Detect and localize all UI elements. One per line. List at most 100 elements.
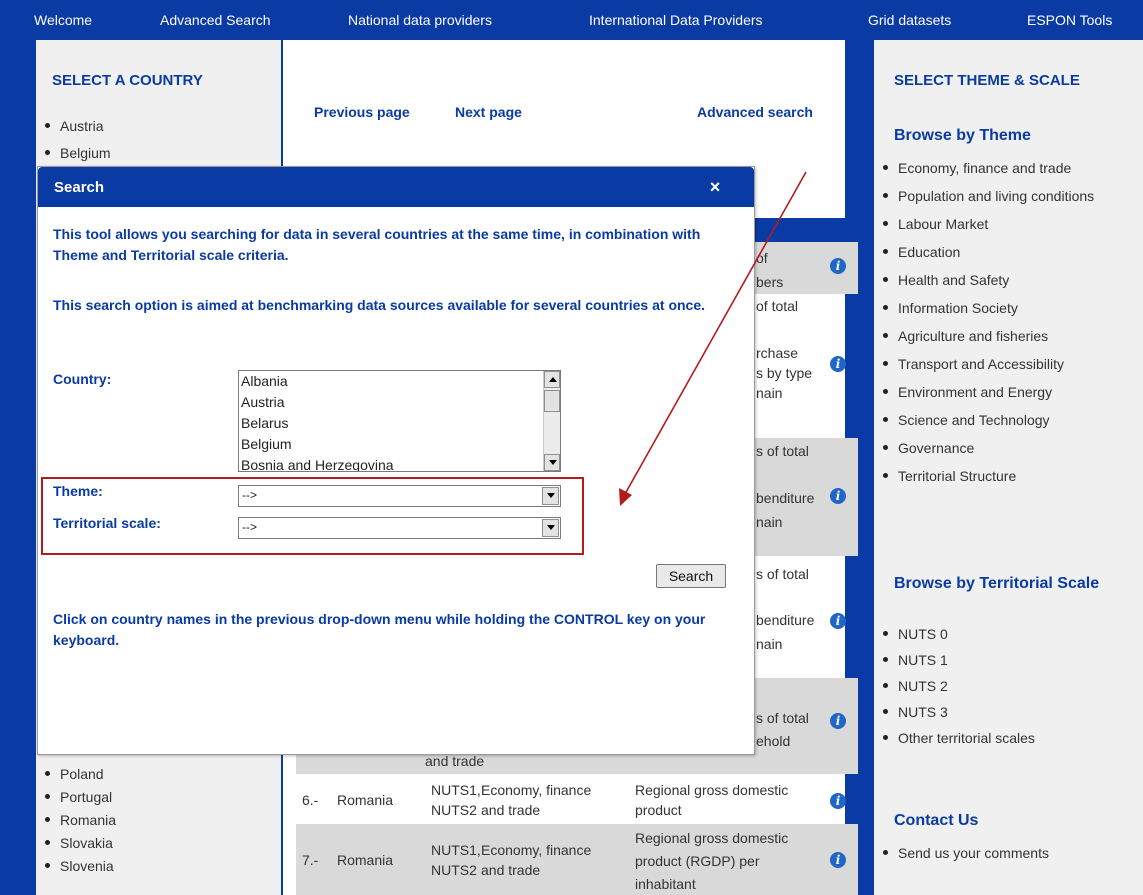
close-icon[interactable]: × bbox=[706, 178, 724, 196]
theme-select[interactable]: --> bbox=[238, 485, 561, 507]
row-title[interactable]: product bbox=[635, 802, 682, 819]
row-number: 6.- bbox=[302, 792, 319, 808]
list-item[interactable]: Environment and Energy bbox=[874, 382, 1126, 402]
chevron-down-icon[interactable] bbox=[542, 487, 559, 505]
select-theme-heading: SELECT THEME & SCALE bbox=[894, 72, 1080, 89]
nav-advanced-search[interactable]: Advanced Search bbox=[160, 12, 271, 28]
row-theme: Economy, finance bbox=[481, 842, 592, 858]
info-icon[interactable]: i bbox=[830, 258, 846, 274]
scroll-up-button[interactable] bbox=[544, 371, 560, 388]
table-cell-fragment: benditure bbox=[756, 612, 815, 628]
nav-national-providers[interactable]: National data providers bbox=[348, 12, 492, 28]
theme-sidebar: SELECT THEME & SCALE Browse by Theme Eco… bbox=[874, 40, 1143, 895]
row-theme: and trade bbox=[481, 802, 541, 818]
list-item[interactable]: Health and Safety bbox=[874, 270, 1126, 290]
dialog-title: Search bbox=[54, 179, 105, 196]
country-option[interactable]: Bosnia and Herzegovina bbox=[239, 455, 560, 471]
list-item[interactable]: Portugal bbox=[36, 787, 276, 807]
browse-scale-heading: Browse by Territorial Scale bbox=[894, 575, 1100, 592]
info-icon[interactable]: i bbox=[830, 613, 846, 629]
table-cell-fragment: nain bbox=[756, 636, 783, 652]
select-country-heading: SELECT A COUNTRY bbox=[52, 72, 203, 89]
list-item[interactable]: Send us your comments bbox=[874, 843, 1126, 863]
country-list-top: Austria Belgium bbox=[36, 116, 276, 170]
row-title[interactable]: Regional gross domestic bbox=[635, 782, 788, 799]
row-title[interactable]: Regional gross domestic bbox=[635, 830, 788, 847]
list-item[interactable]: Transport and Accessibility bbox=[874, 354, 1126, 374]
row-theme: Economy, finance bbox=[481, 782, 592, 798]
row-scale: NUTS2 bbox=[431, 862, 477, 878]
table-cell-fragment: of total bbox=[756, 298, 799, 314]
table-cell-fragment: ehold bbox=[756, 733, 791, 749]
previous-page-link[interactable]: Previous page bbox=[314, 104, 410, 120]
info-icon[interactable]: i bbox=[830, 356, 846, 372]
row-country: Romania bbox=[337, 852, 394, 868]
info-icon[interactable]: i bbox=[830, 488, 846, 504]
dialog-titlebar[interactable]: Search × bbox=[38, 167, 754, 207]
search-dialog: Search × This tool allows you searching … bbox=[37, 166, 755, 755]
row-scale: NUTS1, bbox=[431, 842, 481, 858]
table-cell-fragment: nain bbox=[756, 514, 783, 530]
nav-espon-tools[interactable]: ESPON Tools bbox=[1027, 12, 1112, 28]
country-options: Albania Austria Belarus Belgium Bosnia and H… bbox=[239, 371, 560, 471]
country-listbox[interactable]: Albania Austria Belarus Belgium Bosnia and H… bbox=[238, 370, 561, 472]
list-item[interactable]: Belgium bbox=[36, 143, 276, 163]
table-cell-fragment: rchase bbox=[756, 345, 799, 361]
country-option[interactable]: Austria bbox=[239, 392, 560, 413]
dialog-intro-benchmark: This search option is aimed at benchmark… bbox=[53, 297, 706, 313]
scroll-thumb[interactable] bbox=[544, 390, 560, 412]
theme-list: Economy, finance and trade Population and… bbox=[874, 158, 1126, 494]
advanced-search-link[interactable]: Advanced search bbox=[697, 104, 813, 120]
list-item[interactable]: NUTS 2 bbox=[874, 676, 1126, 696]
list-item[interactable]: Romania bbox=[36, 810, 276, 830]
row-title[interactable]: product (RGDP) per bbox=[635, 853, 759, 870]
listbox-scrollbar[interactable] bbox=[543, 371, 560, 471]
list-item[interactable]: Austria bbox=[36, 116, 276, 136]
country-option[interactable]: Belgium bbox=[239, 434, 560, 455]
chevron-down-icon[interactable] bbox=[542, 519, 559, 537]
territorial-scale-select[interactable]: --> bbox=[238, 517, 561, 539]
list-item[interactable]: Agriculture and fisheries bbox=[874, 326, 1126, 346]
row-title[interactable]: inhabitant bbox=[635, 876, 696, 893]
row-scale: NUTS2 bbox=[431, 802, 477, 818]
row-number: 7.- bbox=[302, 852, 319, 868]
info-icon[interactable]: i bbox=[830, 713, 846, 729]
table-cell-fragment: and trade bbox=[425, 753, 485, 769]
country-option[interactable]: Belarus bbox=[239, 413, 560, 434]
list-item[interactable]: Science and Technology bbox=[874, 410, 1126, 430]
list-item[interactable]: Other territorial scales bbox=[874, 728, 1126, 748]
table-cell-fragment: of bbox=[756, 250, 768, 266]
list-item[interactable]: Economy, finance and trade bbox=[874, 158, 1126, 178]
info-icon[interactable]: i bbox=[830, 793, 846, 809]
list-item[interactable]: Education bbox=[874, 242, 1126, 262]
list-item[interactable]: Population and living conditions bbox=[874, 186, 1126, 206]
table-cell-fragment: s by type bbox=[756, 365, 813, 381]
country-option[interactable]: Albania bbox=[239, 371, 560, 392]
dialog-intro: This tool allows you searching for data … bbox=[53, 226, 701, 263]
list-item[interactable]: Slovakia bbox=[36, 833, 276, 853]
search-button[interactable]: Search bbox=[656, 564, 726, 588]
list-item[interactable]: Information Society bbox=[874, 298, 1126, 318]
nav-international-providers[interactable]: International Data Providers bbox=[589, 12, 763, 28]
list-item[interactable]: Poland bbox=[36, 764, 276, 784]
list-item[interactable]: Governance bbox=[874, 438, 1126, 458]
nav-welcome[interactable]: Welcome bbox=[34, 12, 92, 28]
country-label: Country: bbox=[53, 371, 112, 387]
table-cell-fragment: s of total bbox=[756, 443, 809, 459]
theme-select-value: --> bbox=[242, 488, 257, 502]
list-item[interactable]: Slovenia bbox=[36, 856, 276, 876]
scale-label: Territorial scale: bbox=[53, 515, 161, 531]
row-theme: and trade bbox=[481, 862, 541, 878]
info-icon[interactable]: i bbox=[830, 852, 846, 868]
list-item[interactable]: Labour Market bbox=[874, 214, 1126, 234]
list-item[interactable]: NUTS 0 bbox=[874, 624, 1126, 644]
list-item[interactable]: NUTS 3 bbox=[874, 702, 1126, 722]
row-country: Romania bbox=[337, 792, 394, 808]
scale-list: NUTS 0 NUTS 1 NUTS 2 NUTS 3 Other territoria… bbox=[874, 624, 1126, 754]
nav-grid-datasets[interactable]: Grid datasets bbox=[868, 12, 951, 28]
country-list-bottom: Poland Portugal Romania Slovakia Slovenia bbox=[36, 764, 276, 879]
list-item[interactable]: Territorial Structure bbox=[874, 466, 1126, 486]
scroll-down-button[interactable] bbox=[544, 454, 560, 471]
list-item[interactable]: NUTS 1 bbox=[874, 650, 1126, 670]
next-page-link[interactable]: Next page bbox=[455, 104, 522, 120]
